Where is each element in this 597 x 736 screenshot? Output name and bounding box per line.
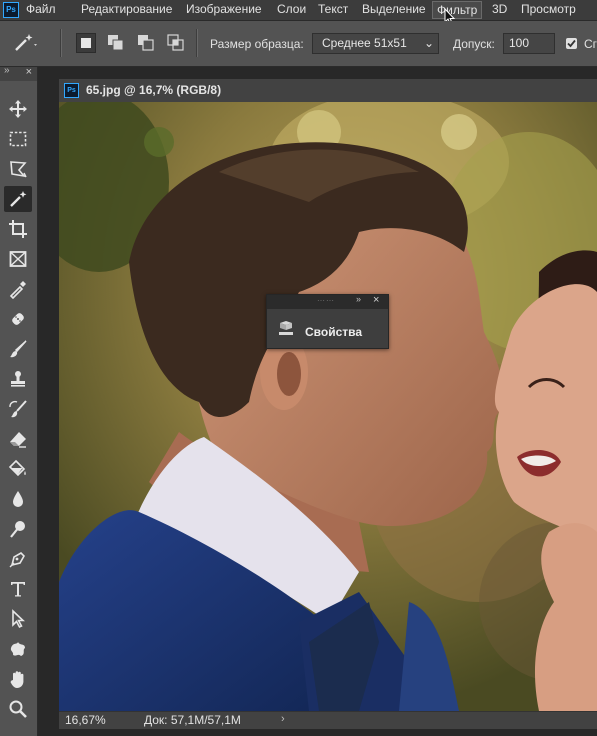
healing-brush-tool[interactable]: [4, 306, 32, 332]
lasso-icon: [10, 161, 27, 178]
move-tool[interactable]: [4, 96, 32, 122]
type-icon: [11, 582, 25, 597]
collapse-icon[interactable]: »: [356, 294, 361, 304]
menu-view[interactable]: Просмотр: [521, 0, 576, 20]
properties-label: Свойства: [305, 325, 363, 339]
properties-panel-header[interactable]: ⋯⋯ » ×: [267, 294, 388, 309]
hand-tool[interactable]: [4, 666, 32, 692]
new-selection-icon: [81, 38, 91, 48]
eraser-tool[interactable]: [4, 426, 32, 452]
paint-bucket-tool[interactable]: [4, 456, 32, 482]
menu-bar: Ps Файл Редактирование Изображение Слои …: [0, 0, 597, 26]
document-title: 65.jpg @ 16,7% (RGB/8): [86, 83, 222, 97]
frame-tool[interactable]: [4, 246, 32, 272]
brush-icon: [10, 340, 27, 358]
dodge-tool[interactable]: [4, 516, 32, 542]
status-menu-arrow-icon[interactable]: ›: [281, 713, 285, 725]
path-selection-tool[interactable]: [4, 606, 32, 632]
healing-brush-icon: [12, 313, 24, 325]
eyedropper-icon: [9, 281, 26, 299]
subtract-from-selection-button[interactable]: [136, 33, 156, 53]
checkmark-icon: [567, 39, 576, 48]
close-icon[interactable]: ×: [373, 294, 379, 306]
pen-tool[interactable]: [4, 546, 32, 572]
properties-panel[interactable]: ⋯⋯ » × Свойства: [266, 294, 389, 349]
drag-handle-icon[interactable]: ⋯⋯: [317, 296, 335, 305]
image-canvas[interactable]: [59, 102, 597, 711]
options-bar: Размер образца: Среднее 51x51 ⌄ Допуск: …: [0, 21, 597, 67]
custom-shape-icon: [10, 642, 25, 656]
properties-icon: [279, 321, 293, 335]
zoom-icon: [9, 700, 27, 718]
menu-layers[interactable]: Слои: [277, 0, 306, 20]
marquee-tool[interactable]: [4, 126, 32, 152]
marquee-icon: [9, 131, 27, 147]
separator: [196, 29, 198, 57]
collapse-icon[interactable]: »: [4, 65, 9, 76]
blur-tool[interactable]: [4, 486, 32, 512]
sample-size-label: Размер образца:: [210, 37, 304, 51]
anti-alias-checkbox[interactable]: [566, 38, 577, 49]
type-tool[interactable]: [4, 576, 32, 602]
clone-stamp-icon: [11, 371, 25, 387]
chevron-down-icon: ⌄: [423, 36, 434, 50]
photoshop-logo-icon: Ps: [3, 2, 19, 18]
subtract-selection-icon: [138, 35, 154, 51]
move-icon: [9, 100, 27, 118]
history-brush-tool[interactable]: [4, 396, 32, 422]
menu-select[interactable]: Выделение: [362, 0, 426, 20]
menu-image[interactable]: Изображение: [186, 0, 262, 20]
eyedropper-tool[interactable]: [4, 276, 32, 302]
document-tab-bar: [39, 79, 59, 102]
menu-filter[interactable]: Фильтр: [432, 1, 483, 19]
intersect-selection-button[interactable]: [166, 33, 186, 53]
blur-icon: [13, 491, 23, 507]
document-tab[interactable]: Ps 65.jpg @ 16,7% (RGB/8): [59, 79, 597, 102]
photo-image: [59, 102, 597, 711]
tolerance-input[interactable]: 100: [503, 33, 555, 54]
crop-tool[interactable]: [4, 216, 32, 242]
sample-size-select[interactable]: Среднее 51x51 ⌄: [312, 33, 439, 54]
magic-wand-tool[interactable]: [4, 186, 32, 212]
tools-panel-header: » ×: [0, 65, 37, 81]
paint-bucket-icon: [8, 459, 26, 477]
photoshop-file-icon: Ps: [64, 83, 79, 98]
magic-wand-icon[interactable]: [12, 32, 38, 54]
pen-icon: [9, 552, 25, 568]
menu-file[interactable]: Файл: [26, 0, 56, 20]
sample-size-value: Среднее 51x51: [322, 36, 407, 50]
eraser-icon: [10, 432, 26, 448]
document-size: Док: 57,1M/57,1M: [144, 713, 241, 727]
lasso-tool[interactable]: [4, 156, 32, 182]
menu-type[interactable]: Текст: [318, 0, 348, 20]
clone-stamp-tool[interactable]: [4, 366, 32, 392]
intersect-selection-icon: [167, 34, 184, 51]
crop-icon: [9, 220, 27, 238]
anti-alias-label: Сг: [584, 37, 597, 51]
history-brush-icon: [9, 400, 27, 418]
hand-icon: [10, 671, 24, 688]
tools-panel: » ×: [0, 65, 38, 736]
brush-tool[interactable]: [4, 336, 32, 362]
frame-icon: [9, 251, 27, 267]
zoom-level[interactable]: 16,67%: [65, 713, 106, 727]
add-to-selection-button[interactable]: [106, 33, 126, 53]
status-bar: 16,67% Док: 57,1M/57,1M ›: [59, 711, 597, 729]
custom-shape-tool[interactable]: [4, 636, 32, 662]
magic-wand-icon: [10, 191, 27, 207]
close-icon[interactable]: ×: [26, 66, 32, 78]
tolerance-label: Допуск:: [453, 37, 495, 51]
new-selection-button[interactable]: [76, 33, 96, 53]
path-selection-icon: [12, 609, 26, 629]
menu-edit[interactable]: Редактирование: [81, 0, 172, 20]
zoom-tool[interactable]: [4, 696, 32, 722]
menu-3d[interactable]: 3D: [492, 0, 507, 20]
dodge-icon: [10, 521, 25, 538]
add-selection-icon: [108, 35, 124, 51]
separator: [60, 29, 62, 57]
